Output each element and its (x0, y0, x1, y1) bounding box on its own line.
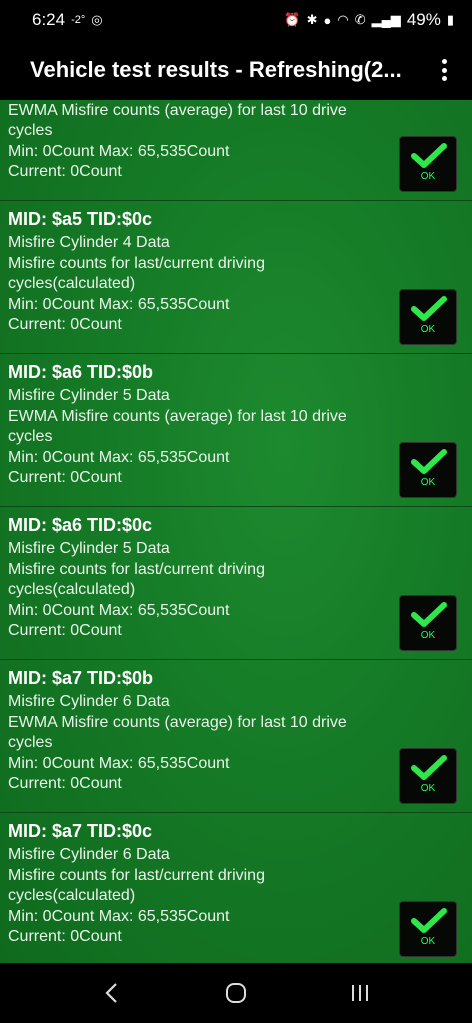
test-description: EWMA Misfire counts (average) for last 1… (8, 407, 347, 425)
test-name: Misfire Cylinder 6 Data (8, 693, 170, 710)
test-description-cont: cycles(calculated) (8, 581, 136, 598)
notification-icon: ◎ (91, 12, 103, 27)
bluetooth-icon: ✱ (306, 12, 318, 27)
test-description: Misfire counts for last/current driving (8, 560, 265, 578)
min-max-range: Min: 0Count Max: 65,535Count (8, 142, 230, 160)
test-name: Misfire Cylinder 5 Data (8, 540, 170, 557)
status-time: 6:24 (32, 10, 66, 29)
ok-status-label: OK (420, 936, 436, 947)
back-chevron-icon[interactable] (92, 973, 132, 1013)
list-item[interactable]: MID: $a7 TID:$0c Misfire Cylinder 6 Data M… (0, 813, 472, 963)
ok-status-button[interactable]: OK (399, 748, 457, 804)
ok-status-label: OK (420, 324, 436, 335)
ok-status-label: OK (420, 630, 436, 641)
status-left: 6:24 -2° ◎ (32, 10, 103, 30)
min-max-range: Min: 0Count Max: 65,535Count (8, 448, 230, 466)
checkmark-icon (411, 908, 447, 933)
recents-bars-icon[interactable] (340, 973, 380, 1013)
min-max-range: Min: 0Count Max: 65,535Count (8, 907, 230, 925)
results-list[interactable]: Misfire Cylinder 4 Data EWMA Misfire coun… (0, 100, 472, 963)
test-description-cont: cycles(calculated) (8, 887, 136, 904)
mid-tid-label: MID: $a6 TID:$0b (8, 362, 154, 382)
test-description-cont: cycles (8, 734, 53, 751)
location-icon: ● (323, 12, 332, 28)
test-description-cont: cycles (8, 428, 53, 445)
test-description: Misfire counts for last/current driving (8, 866, 265, 884)
test-name: Misfire Cylinder 4 Data (8, 234, 170, 251)
current-value: Current: 0Count (8, 622, 122, 639)
ok-status-label: OK (420, 171, 436, 182)
test-description-cont: cycles (8, 122, 53, 139)
checkmark-icon (411, 143, 447, 168)
min-max-range: Min: 0Count Max: 65,535Count (8, 295, 230, 313)
checkmark-icon (411, 602, 447, 627)
mid-tid-label: MID: $a6 TID:$0c (8, 515, 153, 535)
min-max-range: Min: 0Count Max: 65,535Count (8, 754, 230, 772)
current-value: Current: 0Count (8, 163, 122, 180)
overflow-menu-icon[interactable] (432, 56, 456, 84)
page-title: Vehicle test results - Refreshing(2... (30, 57, 402, 82)
ok-status-label: OK (420, 477, 436, 488)
ok-status-button[interactable]: OK (399, 595, 457, 651)
ok-status-label: OK (420, 783, 436, 794)
mid-tid-label: MID: $a7 TID:$0b (8, 668, 154, 688)
checkmark-icon (411, 449, 447, 474)
test-description: EWMA Misfire counts (average) for last 1… (8, 713, 347, 731)
test-name: Misfire Cylinder 5 Data (8, 387, 170, 404)
status-temperature: -2° (71, 14, 86, 26)
status-bar: 6:24 -2° ◎ ⏰ ✱ ● ◠ ✆ ▂▄▆ 49% ▮ (0, 0, 472, 40)
test-description-cont: cycles(calculated) (8, 275, 136, 292)
list-item[interactable]: MID: $a6 TID:$0b Misfire Cylinder 5 Data E… (0, 354, 472, 507)
current-value: Current: 0Count (8, 928, 122, 945)
list-item[interactable]: MID: $a5 TID:$0c Misfire Cylinder 4 Data M… (0, 201, 472, 354)
results-list-inner: Misfire Cylinder 4 Data EWMA Misfire coun… (0, 100, 472, 963)
navigation-bar (0, 963, 472, 1023)
signal-icon: ▂▄▆ (371, 12, 401, 27)
current-value: Current: 0Count (8, 316, 122, 333)
checkmark-icon (411, 296, 447, 321)
home-circle-icon[interactable] (216, 973, 256, 1013)
min-max-range: Min: 0Count Max: 65,535Count (8, 601, 230, 619)
battery-icon: ▮ (446, 12, 454, 27)
ok-status-button[interactable]: OK (399, 136, 457, 192)
mid-tid-label: MID: $a7 TID:$0c (8, 821, 153, 841)
checkmark-icon (411, 755, 447, 780)
wifi-icon: ◠ (337, 12, 349, 27)
alarm-icon: ⏰ (284, 12, 301, 27)
list-item[interactable]: Misfire Cylinder 4 DataEWMA Misfire coun… (0, 100, 472, 201)
test-description: EWMA Misfire counts (average) for last 1… (8, 101, 347, 119)
current-value: Current: 0Count (8, 469, 122, 486)
test-name: Misfire Cylinder 6 Data (8, 846, 170, 863)
status-right: ⏰ ✱ ● ◠ ✆ ▂▄▆ 49% ▮ (284, 10, 454, 30)
current-value: Current: 0Count (8, 775, 122, 792)
ok-status-button[interactable]: OK (399, 289, 457, 345)
mid-tid-label: MID: $a5 TID:$0c (8, 209, 153, 229)
app-bar: Vehicle test results - Refreshing(2... (0, 40, 472, 100)
list-item[interactable]: MID: $a7 TID:$0b Misfire Cylinder 6 Data E… (0, 660, 472, 813)
test-description: Misfire counts for last/current driving (8, 254, 265, 272)
list-item[interactable]: MID: $a6 TID:$0c Misfire Cylinder 5 Data M… (0, 507, 472, 660)
ok-status-button[interactable]: OK (399, 442, 457, 498)
call-icon: ✆ (354, 12, 366, 27)
ok-status-button[interactable]: OK (399, 901, 457, 957)
battery-percent: 49% (406, 10, 441, 29)
